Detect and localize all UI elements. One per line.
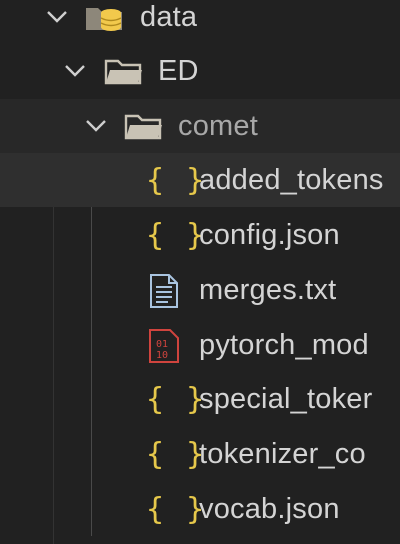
tree-item-comet-folder[interactable]: comet <box>0 99 400 153</box>
tree-item-file[interactable]: { } added_tokens <box>0 153 400 207</box>
json-braces-icon: { } <box>146 436 207 472</box>
file-label: special_toker <box>199 383 373 415</box>
folder-open-icon <box>104 57 144 87</box>
tree-item-file[interactable]: 01 10 pytorch_mod <box>0 318 400 372</box>
json-braces-icon: { } <box>146 162 207 198</box>
tree-item-file[interactable]: { } vocab.json <box>0 482 400 536</box>
tree-item-data-folder[interactable]: data <box>0 0 400 44</box>
folder-label: data <box>140 1 198 33</box>
file-label: config.json <box>199 219 340 251</box>
folder-label: ED <box>158 55 199 87</box>
database-folder-icon <box>84 0 124 34</box>
chevron-down-icon <box>47 11 67 23</box>
json-braces-icon: { } <box>146 381 207 417</box>
tree-item-file[interactable]: { } special_toker <box>0 372 400 426</box>
folder-open-icon <box>124 112 164 142</box>
binary-digits-bottom: 10 <box>156 350 168 361</box>
tree-item-file[interactable]: { } tokenizer_co <box>0 427 400 481</box>
json-braces-icon: { } <box>146 491 207 527</box>
text-file-icon <box>148 273 180 309</box>
file-label: added_tokens <box>199 164 384 196</box>
folder-label: comet <box>178 110 258 142</box>
json-braces-icon: { } <box>146 217 207 253</box>
file-label: tokenizer_co <box>199 438 366 470</box>
file-explorer-tree: data ED comet { } added_tokens {} confi… <box>0 0 400 544</box>
tree-item-ed-folder[interactable]: ED <box>0 44 400 98</box>
tree-item-file[interactable]: merges.txt <box>0 263 400 317</box>
binary-digits-top: 01 <box>156 339 168 350</box>
file-label: vocab.json <box>199 493 340 525</box>
chevron-down-icon <box>86 120 106 132</box>
tree-item-file[interactable]: { } config.json <box>0 208 400 262</box>
binary-file-icon: 01 10 <box>148 328 180 364</box>
chevron-down-icon <box>65 65 85 77</box>
file-label: pytorch_mod <box>199 329 369 361</box>
file-label: merges.txt <box>199 274 337 306</box>
